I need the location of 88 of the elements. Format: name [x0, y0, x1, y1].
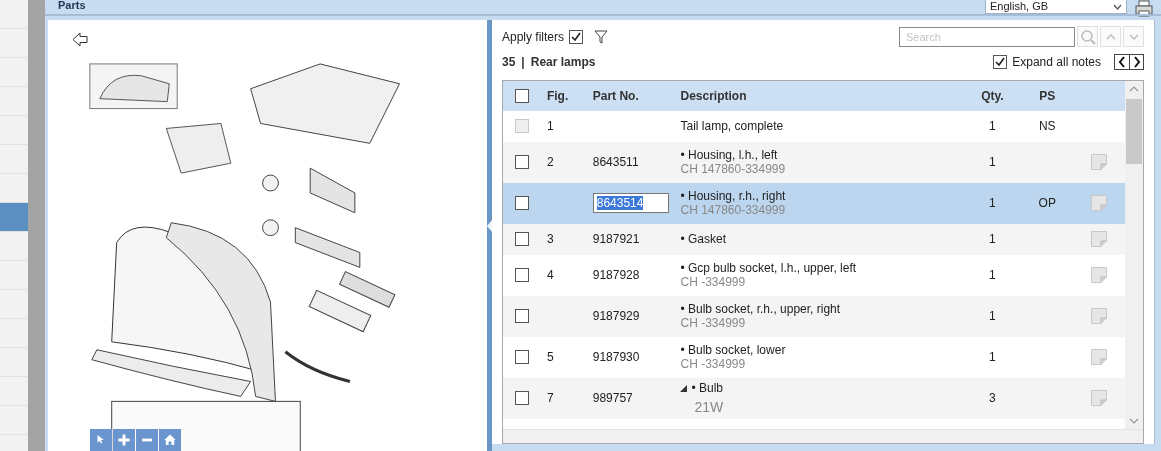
search-field[interactable]: Search — [899, 26, 1075, 47]
column-header[interactable]: PS — [1039, 88, 1056, 103]
part-detail: CH 147860-334999 — [680, 162, 786, 177]
part-description: • Gcp bulb socket, l.h., upper, left — [680, 261, 857, 276]
column-header[interactable]: Qty. — [981, 88, 1004, 103]
sidebar-item[interactable] — [0, 203, 28, 232]
table-cell: 1 — [989, 309, 996, 324]
group-title: Rear lamps — [530, 54, 596, 69]
vertical-scrollbar[interactable] — [1125, 80, 1143, 429]
table-cell: 1 — [989, 268, 996, 283]
part-description: • Gasket — [680, 232, 727, 247]
chevron-up-icon[interactable] — [1105, 32, 1116, 41]
table-cell: 1 — [989, 350, 996, 365]
part-description: • Bulb socket, r.h., upper, right — [680, 302, 841, 317]
printer-icon[interactable] — [1135, 0, 1153, 17]
caret-icon — [1113, 3, 1122, 10]
note-icon[interactable] — [1090, 349, 1107, 366]
table-cell: 2 — [546, 155, 554, 170]
part-detail: CH -334999 — [680, 275, 746, 290]
note-icon[interactable] — [1090, 390, 1107, 407]
table-cell: 5 — [546, 350, 554, 365]
checkbox[interactable] — [514, 232, 529, 247]
previous-match-button[interactable] — [1100, 26, 1121, 48]
table-cell: 3 — [989, 391, 996, 406]
table-row[interactable]: 3 9187921 • Gasket 1 — [503, 223, 1125, 255]
table-cell: NS — [1038, 119, 1056, 134]
table-cell: OP — [1038, 196, 1056, 211]
note-icon[interactable] — [1090, 154, 1107, 171]
table-cell: 989757 — [592, 391, 633, 406]
column-header[interactable]: Fig. — [546, 88, 569, 103]
checkbox[interactable] — [514, 196, 529, 211]
language-select[interactable]: English, GB — [985, 0, 1127, 14]
part-number-field[interactable]: 8643514 — [592, 193, 669, 214]
expand-toggle-icon[interactable] — [680, 384, 688, 392]
checkbox[interactable] — [993, 54, 1008, 69]
filter-label: Apply filters — [502, 29, 565, 44]
checkbox[interactable] — [569, 29, 584, 44]
part-description: Tail lamp, complete — [680, 119, 784, 134]
table-row[interactable]: 9187929 • Bulb socket, r.h., upper, right CH -334999 1 — [503, 295, 1125, 337]
table-row[interactable]: 8643514 • Housing, r.h., right CH 147860-334999 1 OP — [503, 182, 1125, 224]
next-match-button[interactable] — [1123, 26, 1144, 48]
table-cell: 1 — [546, 119, 554, 134]
note-icon[interactable] — [1090, 267, 1107, 284]
column-header[interactable]: Part No. — [592, 88, 639, 103]
chevron-down-icon[interactable] — [1128, 32, 1139, 41]
collapse-arrow-icon[interactable] — [487, 219, 492, 232]
part-detail: CH -334999 — [680, 316, 746, 331]
scroll-thumb[interactable] — [1126, 98, 1142, 164]
part-description: • Housing, l.h., left — [680, 148, 778, 163]
part-detail: CH -334999 — [680, 357, 746, 372]
expand-notes-label: Expand all notes — [1012, 54, 1101, 69]
back-arrow-icon[interactable] — [72, 32, 88, 47]
part-description: • Bulb — [691, 381, 724, 396]
table-cell: 7 — [546, 391, 554, 406]
column-header[interactable]: Description — [680, 88, 747, 103]
part-detail: 21W — [694, 399, 724, 416]
table-cell: 1 — [989, 155, 996, 170]
table-cell: 1 — [989, 196, 996, 211]
panel-title: Parts — [58, 0, 86, 11]
horizontal-scrollbar[interactable] — [503, 429, 1143, 443]
separator: | — [521, 54, 525, 69]
table-cell: 9187928 — [592, 268, 640, 283]
scroll-down-icon[interactable] — [1129, 417, 1139, 425]
table-row[interactable]: 2 8643511 • Housing, l.h., left CH 147860-334999 1 — [503, 141, 1125, 183]
checkbox[interactable] — [514, 268, 529, 283]
filter-icon[interactable] — [594, 29, 609, 44]
table-cell: 9187930 — [592, 350, 640, 365]
checkbox[interactable] — [514, 155, 529, 170]
table-row[interactable]: 7 989757 • Bulb 21W 3 — [503, 377, 1125, 419]
table-cell: 3 — [546, 232, 554, 247]
note-icon[interactable] — [1090, 195, 1107, 212]
checkbox[interactable] — [514, 309, 529, 324]
table-cell: 4 — [546, 268, 554, 283]
group-number: 35 — [502, 54, 516, 69]
part-detail: CH 147860-334999 — [680, 203, 786, 218]
note-icon[interactable] — [1090, 231, 1107, 248]
checkbox[interactable] — [514, 88, 529, 103]
part-description: • Housing, r.h., right — [680, 189, 786, 204]
table-cell: 1 — [989, 232, 996, 247]
note-icon[interactable] — [1090, 308, 1107, 325]
table-cell: 9187921 — [592, 232, 640, 247]
checkbox[interactable] — [514, 391, 529, 406]
table-cell: 8643511 — [592, 155, 639, 170]
checkbox[interactable] — [514, 350, 529, 365]
scroll-up-icon[interactable] — [1129, 84, 1139, 93]
table-cell: 1 — [989, 119, 996, 134]
table-cell: 9187929 — [592, 309, 640, 324]
part-description: • Bulb socket, lower — [680, 343, 786, 358]
